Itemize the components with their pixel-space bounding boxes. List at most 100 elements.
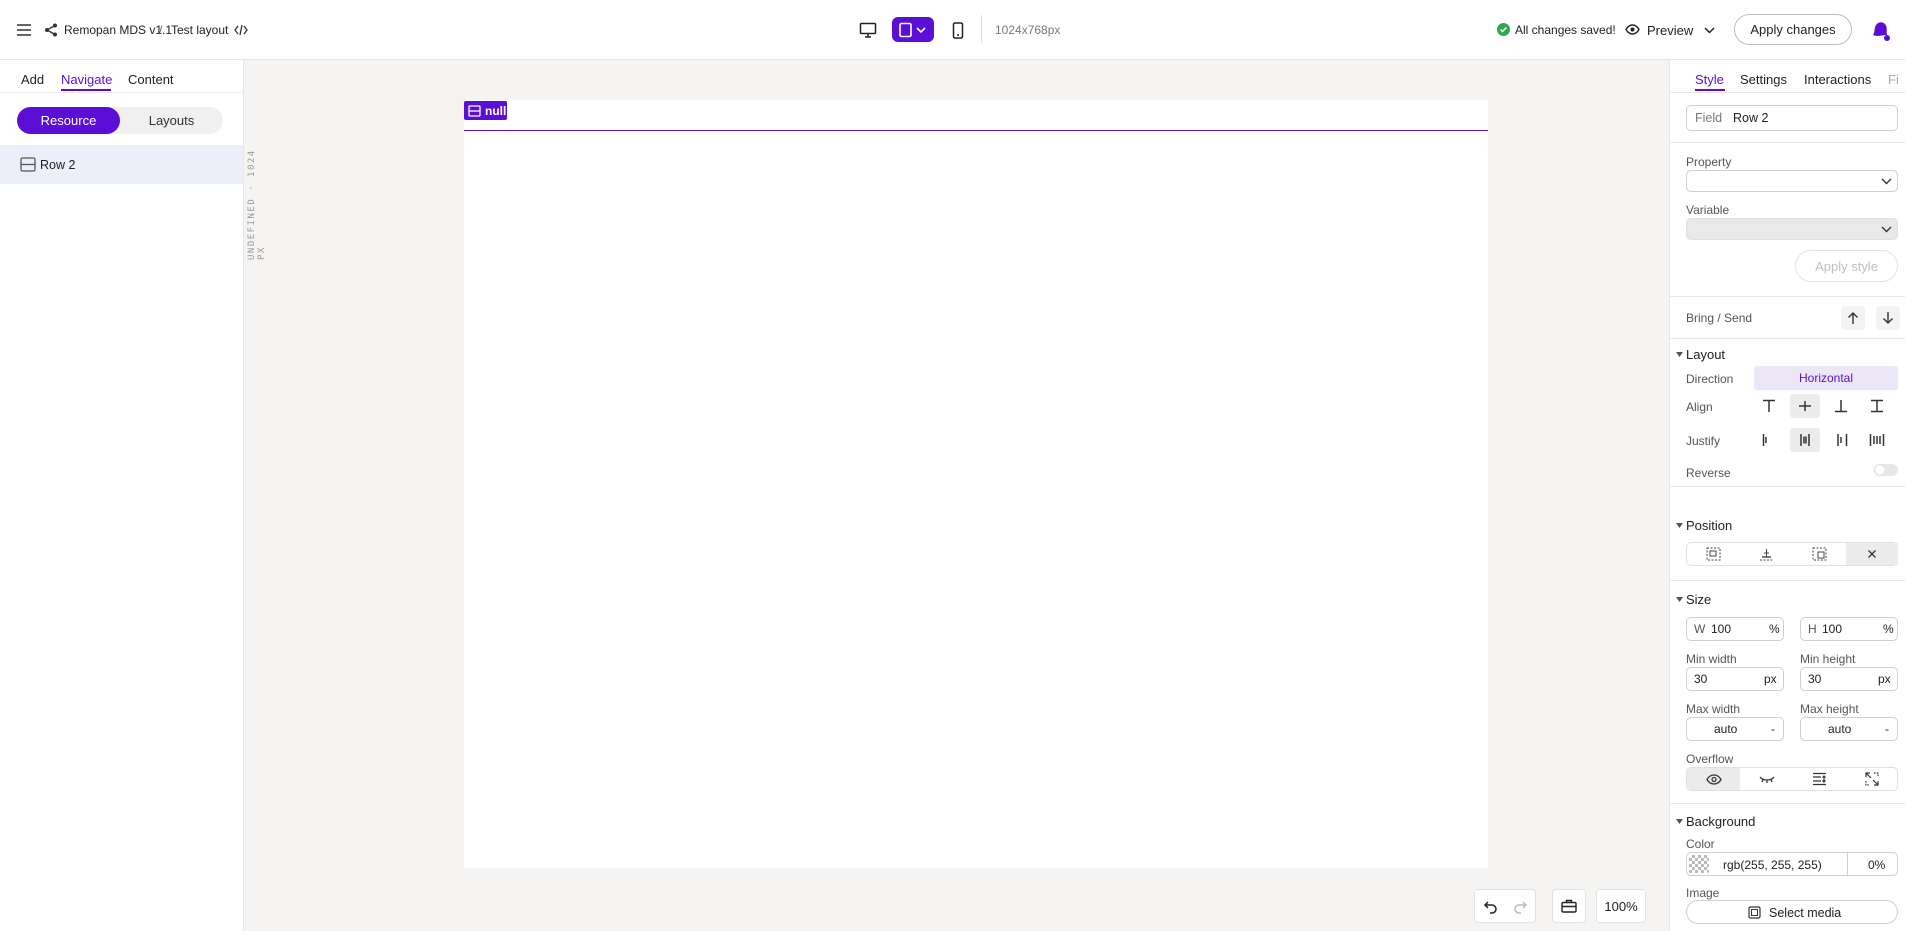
resolution-label: 1024x768px [995,23,1061,37]
select-media-label: Select media [1769,906,1842,920]
apply-changes-button[interactable]: Apply changes [1734,14,1852,45]
element-tag[interactable]: null [464,101,507,120]
align-start-icon[interactable] [1754,394,1784,418]
toggle-layouts[interactable]: Layouts [120,107,223,134]
active-tab-indicator [1695,89,1725,91]
bring-forward-button[interactable] [1841,306,1865,330]
align-end-icon[interactable] [1826,394,1856,418]
align-stretch-icon[interactable] [1862,394,1892,418]
tab-settings[interactable]: Settings [1740,72,1787,87]
collapse-caret-icon[interactable] [1676,597,1683,603]
max-width-unit[interactable]: - [1771,722,1775,736]
justify-space-icon[interactable] [1862,428,1892,452]
undo-redo-group [1474,889,1536,923]
property-select[interactable] [1686,170,1898,192]
position-absolute-icon[interactable] [1793,543,1846,565]
layout-name[interactable]: Test layout [171,23,228,37]
mobile-view-button[interactable] [947,18,969,42]
field-label: Field [1695,111,1723,125]
justify-end-icon[interactable] [1826,428,1856,452]
position-none-icon[interactable] [1846,543,1898,565]
tree-item-row-2[interactable]: Row 2 [0,145,243,184]
tablet-view-button[interactable] [892,17,934,42]
max-height-unit[interactable]: - [1885,722,1889,736]
top-bar: Remopan MDS v1.1 / Test layout 1024x768p… [0,0,1905,60]
background-section-title[interactable]: Background [1686,814,1755,829]
briefcase-button[interactable] [1552,889,1586,923]
overflow-hidden-icon[interactable] [1740,768,1793,790]
justify-center-icon[interactable] [1790,428,1820,452]
position-section-title[interactable]: Position [1686,518,1732,533]
redo-button[interactable] [1508,895,1532,919]
height-label: H [1808,622,1817,636]
share-icon[interactable] [42,20,60,40]
align-label: Align [1686,400,1713,414]
tab-files-truncated[interactable]: Fi [1888,72,1899,87]
collapse-caret-icon[interactable] [1676,819,1683,825]
divider [1670,486,1905,487]
justify-start-icon[interactable] [1754,428,1784,452]
color-swatch[interactable] [1689,855,1709,873]
min-width-input[interactable]: 30 px [1686,667,1784,691]
image-label: Image [1686,886,1720,900]
position-sticky-icon[interactable] [1740,543,1793,565]
field-input[interactable]: Field Row 2 [1686,105,1898,131]
send-backward-button[interactable] [1876,306,1900,330]
divider [1670,580,1905,581]
check-icon [1497,23,1510,36]
align-center-icon[interactable] [1790,394,1820,418]
tab-content[interactable]: Content [128,72,174,87]
layout-section-title[interactable]: Layout [1686,347,1725,362]
color-opacity[interactable]: 0% [1868,858,1885,872]
divider [0,92,243,93]
max-width-input[interactable]: auto - [1686,717,1784,741]
overflow-auto-icon[interactable] [1846,768,1898,790]
variable-label: Variable [1686,203,1730,217]
min-width-unit[interactable]: px [1764,672,1777,686]
max-height-input[interactable]: auto - [1800,717,1898,741]
project-name[interactable]: Remopan MDS v1.1 [64,23,172,37]
position-options [1686,542,1898,566]
collapse-caret-icon[interactable] [1676,352,1683,358]
desktop-view-button[interactable] [856,18,880,42]
apply-style-button[interactable]: Apply style [1795,250,1898,282]
code-icon[interactable] [232,20,250,40]
collapse-caret-icon[interactable] [1676,523,1683,529]
max-height-label: Max height [1800,702,1859,716]
tab-interactions[interactable]: Interactions [1804,72,1871,87]
height-input[interactable]: H 100 % [1800,617,1898,641]
justify-label: Justify [1686,434,1721,448]
toggle-resource[interactable]: Resource [17,107,120,134]
height-unit[interactable]: % [1883,622,1894,636]
variable-select[interactable] [1686,218,1898,240]
position-relative-icon[interactable] [1687,543,1740,565]
preview-dropdown[interactable]: Preview [1623,17,1725,43]
color-label: Color [1686,837,1715,851]
artboard[interactable]: null [464,100,1488,868]
left-panel: Add Navigate Content Resource Layouts Ro… [0,60,244,931]
menu-icon[interactable] [14,20,34,40]
overflow-visible-icon[interactable] [1687,768,1740,790]
divider [1670,142,1905,143]
direction-label: Direction [1686,372,1734,386]
zoom-level[interactable]: 100% [1596,889,1646,923]
overflow-scroll-icon[interactable] [1793,768,1846,790]
size-section-title[interactable]: Size [1686,592,1711,607]
min-height-input[interactable]: 30 px [1800,667,1898,691]
background-color-input[interactable]: rgb(255, 255, 255) 0% [1686,852,1898,876]
select-media-button[interactable]: Select media [1686,900,1898,924]
undo-button[interactable] [1479,895,1503,919]
tab-add[interactable]: Add [21,72,44,87]
min-height-unit[interactable]: px [1878,672,1891,686]
width-input[interactable]: W 100 % [1686,617,1784,641]
tab-style[interactable]: Style [1695,72,1724,87]
reverse-toggle[interactable] [1874,464,1898,476]
tab-navigate[interactable]: Navigate [61,72,112,87]
bring-send-label: Bring / Send [1686,311,1753,325]
element-tag-label: null [485,103,507,118]
max-width-value: auto [1714,722,1738,736]
direction-horizontal-button[interactable]: Horizontal [1754,366,1898,390]
width-unit[interactable]: % [1769,622,1780,636]
chevron-down-icon [1881,226,1892,233]
notification-bell-icon[interactable] [1866,17,1892,43]
